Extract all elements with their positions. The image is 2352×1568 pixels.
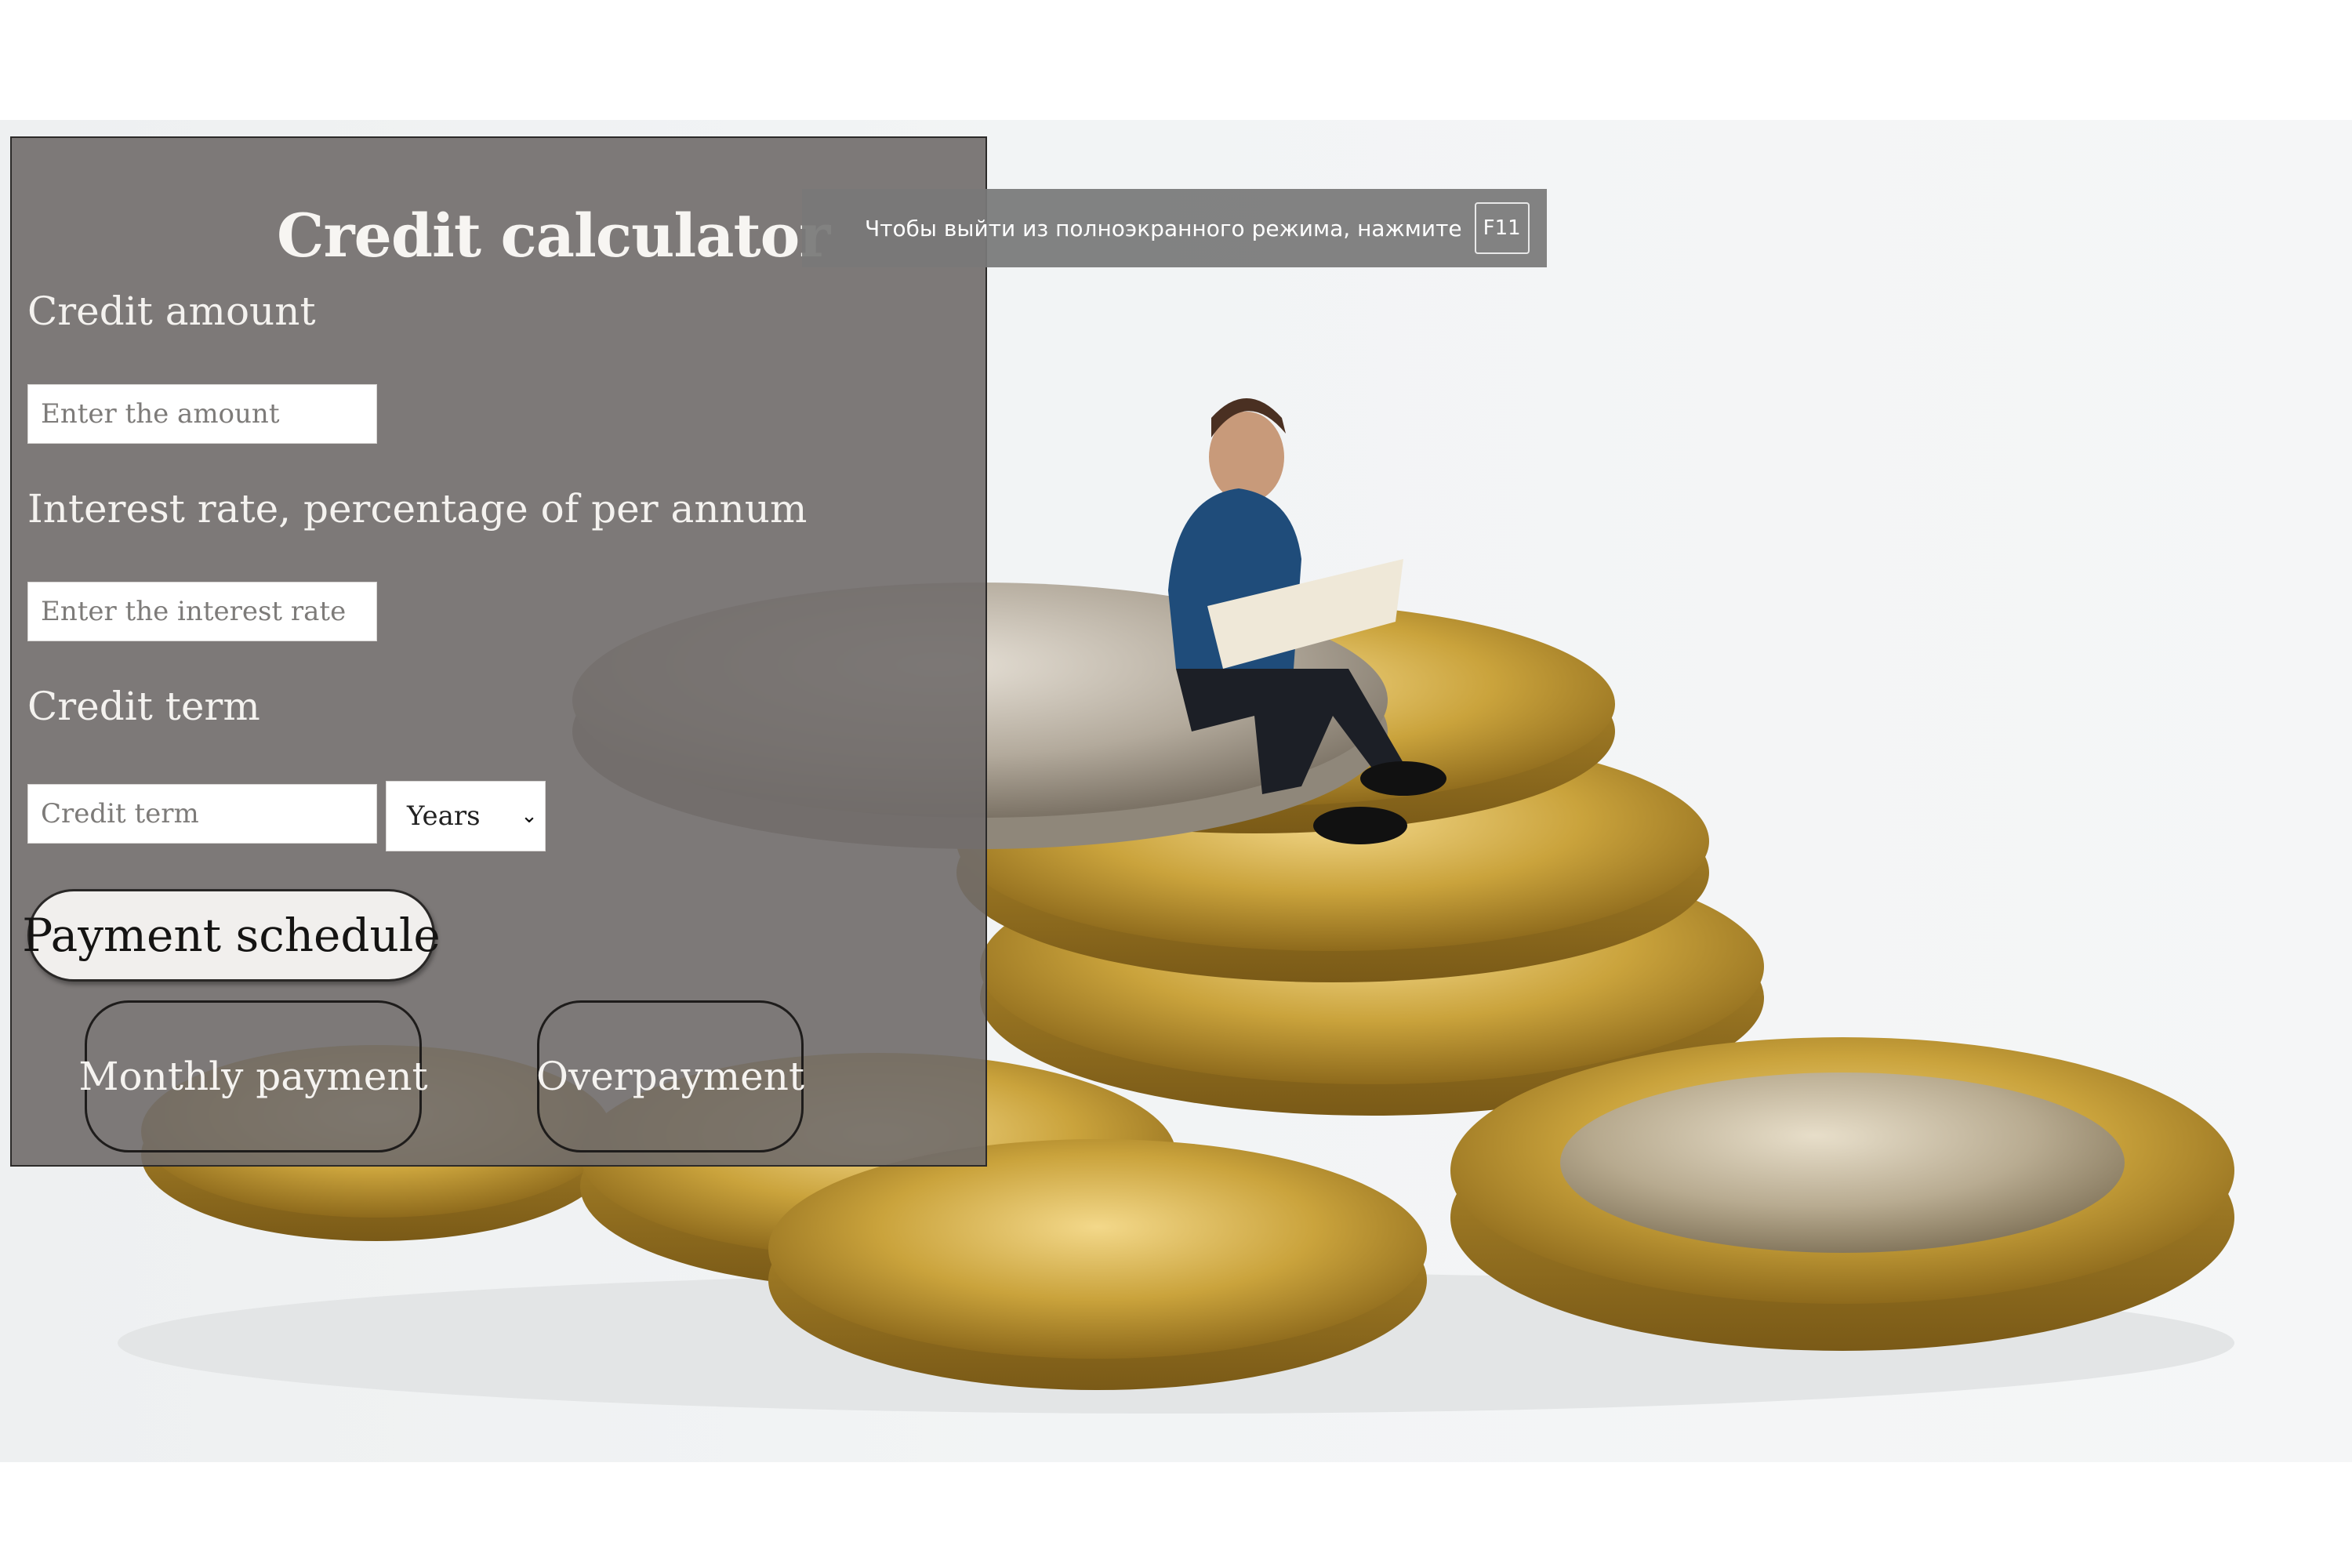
interest-rate-input[interactable]: [27, 582, 377, 641]
fullscreen-exit-notice: Чтобы выйти из полноэкранного режима, на…: [802, 189, 1547, 267]
credit-term-label: Credit term: [27, 684, 260, 729]
credit-amount-input[interactable]: [27, 384, 377, 444]
credit-calculator-panel: Credit calculator Credit amount Interest…: [10, 136, 987, 1167]
credit-amount-label: Credit amount: [27, 289, 316, 334]
interest-rate-label: Interest rate, percentage of per annum: [27, 486, 808, 532]
payment-schedule-button[interactable]: Payment schedule: [22, 889, 441, 982]
monthly-payment-button[interactable]: Monthly payment: [78, 1000, 428, 1152]
overpayment-button[interactable]: Overpayment: [536, 1000, 804, 1152]
f11-key-badge: F11: [1474, 202, 1530, 254]
page: Credit calculator Credit amount Interest…: [0, 0, 2352, 1568]
calculator-title: Credit calculator: [277, 201, 830, 270]
term-unit-select[interactable]: Years ⌄: [386, 781, 546, 851]
chevron-down-icon: ⌄: [521, 804, 538, 828]
credit-term-input[interactable]: [27, 784, 377, 844]
term-unit-selected: Years: [407, 800, 481, 832]
fullscreen-notice-text: Чтобы выйти из полноэкранного режима, на…: [865, 215, 1462, 241]
